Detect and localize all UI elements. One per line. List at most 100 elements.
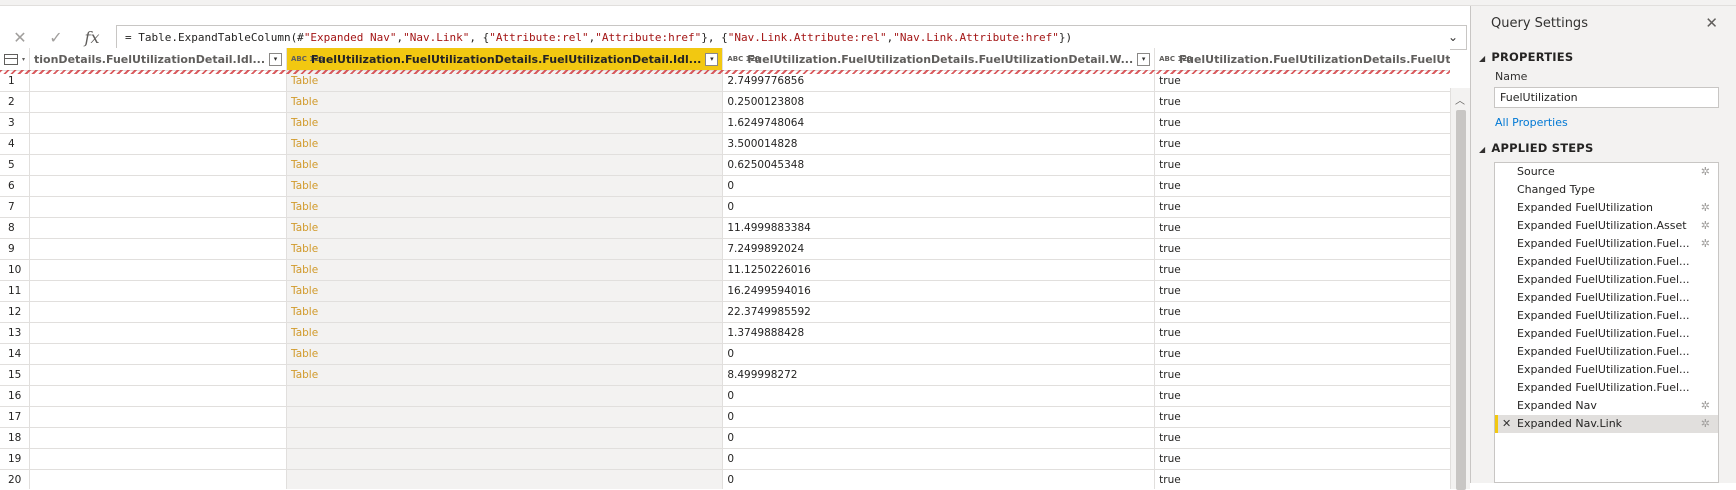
table-cell[interactable]: true (1154, 406, 1450, 428)
gear-icon[interactable]: ✲ (1701, 217, 1710, 235)
fx-icon[interactable]: fx (80, 26, 104, 48)
table-cell[interactable] (29, 427, 288, 449)
type-badge[interactable]: ABC 123 (727, 55, 760, 63)
table-cell[interactable]: 0 (722, 406, 1156, 428)
filter-dropdown-icon[interactable]: ▾ (269, 52, 283, 66)
table-cell[interactable]: 0 (722, 469, 1156, 489)
name-input[interactable]: FuelUtilization (1494, 87, 1719, 108)
table-cell[interactable] (29, 154, 288, 176)
table-cell[interactable]: 0 (722, 448, 1156, 470)
applied-step[interactable]: Expanded FuelUtilization ✲ (1495, 199, 1718, 217)
gear-icon[interactable]: ✲ (1701, 415, 1710, 433)
delete-step-icon[interactable]: ✕ (1502, 415, 1511, 433)
applied-step[interactable]: Expanded FuelUtilization.Fuel... (1495, 325, 1718, 343)
gear-icon[interactable]: ✲ (1701, 199, 1710, 217)
gear-icon[interactable]: ✲ (1701, 397, 1710, 415)
table-cell[interactable]: 22.3749985592 (722, 301, 1156, 323)
filter-dropdown-icon[interactable]: ▾ (1137, 52, 1151, 66)
table-cell[interactable] (29, 385, 288, 407)
table-cell[interactable] (29, 238, 288, 260)
close-icon[interactable]: ✕ (1705, 14, 1718, 32)
type-badge[interactable]: ABC 123 (1159, 55, 1192, 63)
table-cell[interactable]: 0.6250045348 (722, 154, 1156, 176)
column-header[interactable]: ABC 123 FuelUtilization.FuelUtilizationDe… (286, 48, 724, 71)
table-cell[interactable]: true (1154, 469, 1450, 489)
table-cell-link[interactable]: Table (286, 217, 724, 239)
applied-step[interactable]: Expanded FuelUtilization.Fuel... (1495, 379, 1718, 397)
table-cell-link[interactable]: Table (286, 301, 724, 323)
table-cell[interactable] (29, 280, 288, 302)
table-cell-link[interactable] (286, 448, 724, 470)
table-cell-link[interactable]: Table (286, 364, 724, 386)
column-header[interactable]: ABC 123 FuelUtilization.FuelUtilizationDe… (1154, 48, 1450, 71)
check-icon[interactable]: ✓ (44, 26, 68, 48)
applied-step[interactable]: Changed Type (1495, 181, 1718, 199)
applied-step[interactable]: Expanded FuelUtilization.Fuel... (1495, 271, 1718, 289)
table-cell-link[interactable]: Table (286, 322, 724, 344)
table-cell[interactable] (29, 322, 288, 344)
table-cell[interactable]: 1.6249748064 (722, 112, 1156, 134)
table-cell[interactable]: 16.2499594016 (722, 280, 1156, 302)
properties-heading[interactable]: ◢ PROPERTIES (1479, 50, 1573, 64)
chevron-up-icon[interactable]: ︿ (1455, 92, 1465, 107)
applied-step[interactable]: Source ✲ (1495, 163, 1718, 181)
table-cell[interactable]: 0 (722, 196, 1156, 218)
table-cell-link[interactable]: Table (286, 343, 724, 365)
table-cell[interactable]: true (1154, 385, 1450, 407)
table-cell[interactable] (29, 112, 288, 134)
table-cell[interactable]: true (1154, 154, 1450, 176)
column-header[interactable]: ABC 123 FuelUtilization.FuelUtilizationDe… (722, 48, 1156, 71)
applied-step[interactable]: Expanded FuelUtilization.Asset ✲ (1495, 217, 1718, 235)
table-cell[interactable] (29, 448, 288, 470)
table-cell[interactable]: true (1154, 91, 1450, 113)
scrollbar-thumb[interactable] (1456, 110, 1466, 490)
applied-step[interactable]: Expanded FuelUtilization.Fuel... (1495, 361, 1718, 379)
applied-steps-heading[interactable]: ◢ APPLIED STEPS (1479, 141, 1593, 155)
table-cell[interactable]: true (1154, 112, 1450, 134)
applied-step[interactable]: Expanded FuelUtilization.Fuel... (1495, 343, 1718, 361)
applied-step[interactable]: Expanded Nav ✲ (1495, 397, 1718, 415)
type-badge[interactable]: ABC 123 (291, 55, 324, 63)
table-cell[interactable] (29, 301, 288, 323)
table-cell[interactable]: true (1154, 301, 1450, 323)
table-cell[interactable]: 0 (722, 343, 1156, 365)
table-cell-link[interactable] (286, 427, 724, 449)
gear-icon[interactable]: ✲ (1701, 235, 1710, 253)
table-cell-link[interactable]: Table (286, 175, 724, 197)
table-cell[interactable] (29, 91, 288, 113)
formula-input[interactable]: = Table.ExpandTableColumn(# "Expanded Nav… (116, 25, 1467, 50)
table-cell[interactable]: 8.499998272 (722, 364, 1156, 386)
table-cell[interactable] (29, 469, 288, 489)
table-cell-link[interactable]: Table (286, 196, 724, 218)
table-cell[interactable]: true (1154, 343, 1450, 365)
all-properties-link[interactable]: All Properties (1495, 116, 1568, 129)
filter-dropdown-icon[interactable]: ▾ (705, 52, 719, 66)
table-cell-link[interactable]: Table (286, 154, 724, 176)
table-cell[interactable] (29, 364, 288, 386)
applied-step[interactable]: ✕ Expanded Nav.Link ✲ (1495, 415, 1718, 433)
table-cell-link[interactable] (286, 385, 724, 407)
x-icon[interactable]: ✕ (8, 26, 32, 48)
table-cell[interactable] (29, 343, 288, 365)
chevron-down-icon[interactable]: ⌄ (1448, 30, 1464, 44)
table-cell-link[interactable]: Table (286, 91, 724, 113)
table-cell[interactable] (29, 406, 288, 428)
table-cell[interactable]: 1.3749888428 (722, 322, 1156, 344)
table-cell[interactable] (29, 217, 288, 239)
table-cell[interactable] (29, 196, 288, 218)
table-cell[interactable]: 11.4999883384 (722, 217, 1156, 239)
table-cell[interactable]: 0 (722, 385, 1156, 407)
table-cell[interactable]: true (1154, 448, 1450, 470)
table-cell[interactable]: true (1154, 196, 1450, 218)
table-cell[interactable]: 7.2499892024 (722, 238, 1156, 260)
applied-step[interactable]: Expanded FuelUtilization.Fuel... (1495, 253, 1718, 271)
table-cell[interactable]: true (1154, 322, 1450, 344)
column-header[interactable]: tionDetails.FuelUtilizationDetail.Idl...… (29, 48, 288, 71)
table-cell[interactable]: true (1154, 427, 1450, 449)
table-cell-link[interactable] (286, 469, 724, 489)
table-cell-link[interactable]: Table (286, 238, 724, 260)
table-cell[interactable]: 0 (722, 175, 1156, 197)
table-cell-link[interactable]: Table (286, 280, 724, 302)
table-cell[interactable]: true (1154, 133, 1450, 155)
applied-step[interactable]: Expanded FuelUtilization.Fuel... ✲ (1495, 235, 1718, 253)
